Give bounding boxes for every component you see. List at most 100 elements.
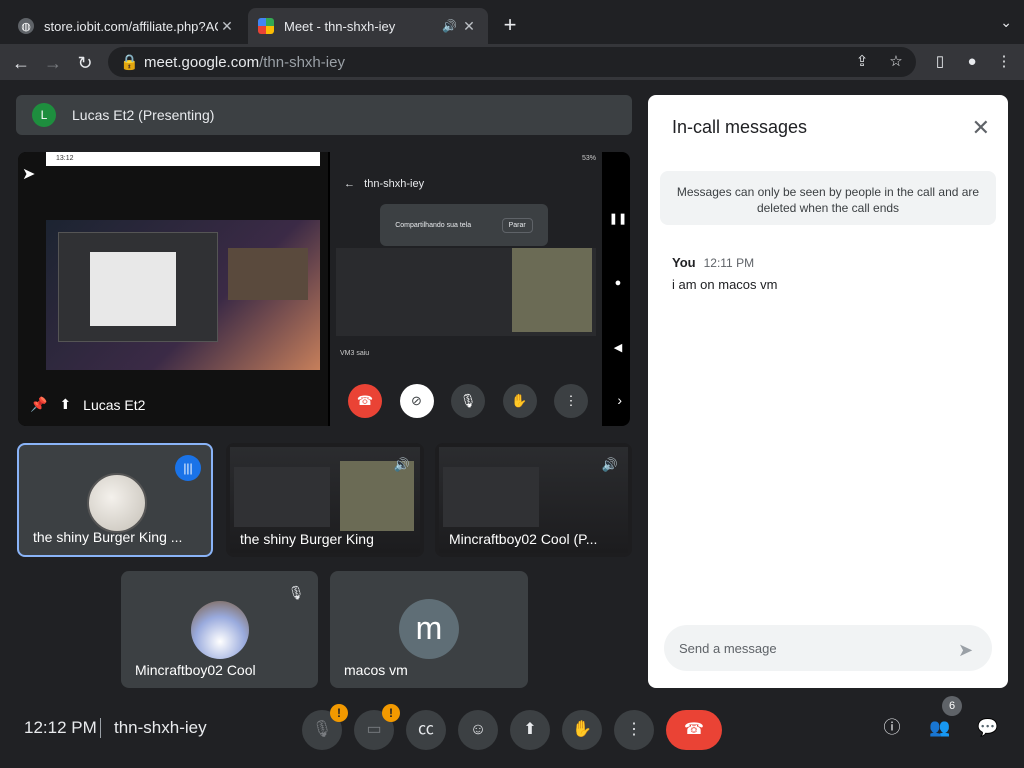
address-bar[interactable]: 🔒 meet.google.com/thn-shxh-iey ⇪ ☆: [108, 47, 916, 77]
phone-status: 53%: [581, 155, 596, 162]
people-icon: 👥: [929, 718, 951, 737]
share-icon[interactable]: ⇪: [852, 52, 872, 72]
mic-off-icon: 🎙: [287, 585, 305, 600]
participant-tile[interactable]: 🔊 Mincraftboy02 Cool (P...: [435, 443, 632, 557]
star-icon[interactable]: ☆: [886, 52, 906, 72]
present-button[interactable]: ⬆: [510, 710, 550, 750]
pin-icon[interactable]: 📌: [30, 396, 47, 413]
camera-button[interactable]: ▭ !: [354, 704, 400, 750]
tab-iobit[interactable]: ◍ store.iobit.com/affiliate.php?AC ✕: [8, 8, 246, 44]
avatar: [191, 601, 249, 659]
close-icon[interactable]: ✕: [972, 115, 990, 141]
stop-share-label: Parar: [501, 217, 533, 233]
presentation-tile[interactable]: 13:12 53% ← thn-shxh-iey Compartilhando …: [18, 152, 630, 426]
phone-side-controls: ❚❚ ● ◀: [608, 212, 628, 354]
captions-button[interactable]: ㏄: [406, 710, 446, 750]
hand-icon: ✋: [572, 721, 592, 738]
tab-title: store.iobit.com/affiliate.php?AC: [44, 18, 218, 34]
chat-panel: In-call messages ✕ Messages can only be …: [648, 95, 1008, 688]
more-icon: ⋮: [554, 384, 588, 418]
message-header: You 12:11 PM: [672, 255, 754, 270]
phone-grid: [336, 248, 596, 336]
hangup-icon: ☎: [348, 384, 382, 418]
chevron-right-icon[interactable]: ›: [617, 392, 622, 408]
participant-tile[interactable]: ||| the shiny Burger King ...: [17, 443, 213, 557]
meeting-info-button[interactable]: ⓘ: [878, 714, 906, 742]
message-input[interactable]: [664, 625, 992, 671]
message-time: 12:11 PM: [703, 256, 755, 270]
emoji-icon: ☺: [469, 721, 487, 738]
mic-icon: 🎙: [451, 384, 485, 418]
meet-logo-icon: [258, 18, 274, 34]
warning-icon: !: [382, 704, 400, 722]
tab-strip: ◍ store.iobit.com/affiliate.php?AC ✕ Mee…: [0, 0, 1024, 44]
participant-tile[interactable]: 🎙 Mincraftboy02 Cool: [121, 571, 318, 688]
avatar: L: [32, 103, 56, 127]
participant-name: macos vm: [344, 662, 408, 678]
mouse-cursor-icon: ➤: [22, 166, 36, 183]
webcam-preview: [228, 248, 308, 300]
reload-icon[interactable]: ↻: [72, 50, 98, 76]
participant-video: [512, 248, 592, 332]
close-icon[interactable]: ✕: [218, 18, 236, 35]
participant-name: Mincraftboy02 Cool: [135, 662, 256, 678]
raise-hand-button[interactable]: ✋: [562, 710, 602, 750]
more-vert-icon: ⋮: [626, 721, 642, 738]
hand-icon: ✋: [502, 384, 537, 418]
call-time: 12:12 PM: [24, 718, 97, 737]
more-options-button[interactable]: ⋮: [614, 710, 654, 750]
camera-icon: ▭: [366, 721, 382, 738]
participant-tile[interactable]: 🔊 the shiny Burger King: [226, 443, 424, 557]
shared-phone-screen: 53% ← thn-shxh-iey Compartilhando sua te…: [330, 152, 602, 426]
message-sender: You: [672, 255, 696, 270]
participant-count-badge: 6: [942, 696, 962, 716]
avatar: m: [399, 599, 459, 659]
participant-tile[interactable]: m macos vm: [330, 571, 528, 688]
presenter-label: Lucas Et2 (Presenting): [72, 107, 215, 123]
close-icon[interactable]: ✕: [460, 18, 478, 35]
menu-dots-icon[interactable]: ⋮: [994, 52, 1014, 72]
chat-button[interactable]: 💬: [974, 714, 1002, 742]
meet-window: ◍ store.iobit.com/affiliate.php?AC ✕ Mee…: [0, 0, 1024, 768]
forward-arrow-icon[interactable]: →: [40, 50, 66, 76]
mic-button[interactable]: 🎙 !: [302, 704, 348, 750]
dot-icon: ●: [614, 277, 622, 289]
share-text: Compartilhando sua tela: [395, 221, 472, 229]
shared-desktop: 13:12: [18, 152, 328, 426]
meeting-code: thn-shxh-iey: [114, 718, 207, 737]
chat-icon: 💬: [977, 718, 999, 737]
speaker-icon: 🔊: [393, 457, 411, 472]
reactions-button[interactable]: ☺: [458, 710, 498, 750]
captions-icon: ㏄: [417, 721, 434, 738]
phone-header: ← thn-shxh-iey: [344, 178, 424, 190]
call-controls: 12:12 PM thn-shxh-iey 🎙 ! ▭ ! ㏄ ☺ ⬆ ✋ ⋮ …: [0, 696, 1024, 768]
back-arrow-icon[interactable]: ←: [8, 50, 34, 76]
chat-title: In-call messages: [672, 117, 808, 137]
leave-call-button[interactable]: ☎: [666, 710, 722, 750]
new-tab-button[interactable]: +: [496, 12, 524, 40]
back-arrow-icon: ←: [344, 178, 355, 190]
url-host: meet.google.com: [144, 53, 260, 71]
globe-icon: ◍: [18, 18, 34, 34]
participant-name: Mincraftboy02 Cool (P...: [449, 531, 598, 547]
send-icon[interactable]: ➤: [958, 640, 973, 661]
tab-meet[interactable]: Meet - thn-shxh-iey 🔊 ✕: [248, 8, 488, 44]
chat-notice: Messages can only be seen by people in t…: [660, 171, 996, 225]
left-message: VM3 saiu: [340, 350, 370, 357]
side-panel-icon[interactable]: ▯: [930, 52, 950, 72]
chevron-down-icon[interactable]: ⌄: [1000, 14, 1012, 31]
speaker-icon[interactable]: 🔊: [442, 19, 460, 33]
message-text: i am on macos vm: [672, 277, 778, 292]
avatar: [87, 473, 147, 533]
people-button[interactable]: 👥: [926, 714, 954, 742]
profile-icon[interactable]: ●: [962, 52, 982, 72]
pause-icon: ❚❚: [608, 213, 628, 225]
browser-toolbar: ← → ↻ 🔒 meet.google.com/thn-shxh-iey ⇪ ☆…: [0, 44, 1024, 80]
screen-content: [234, 467, 330, 527]
present-icon: ⬆: [523, 721, 537, 738]
desktop-clock: 13:12: [46, 152, 320, 166]
dialog-window: [90, 252, 176, 326]
screen-content: [443, 467, 539, 527]
hangup-icon: ☎: [684, 721, 704, 738]
speaker-icon: 🔊: [601, 457, 619, 472]
